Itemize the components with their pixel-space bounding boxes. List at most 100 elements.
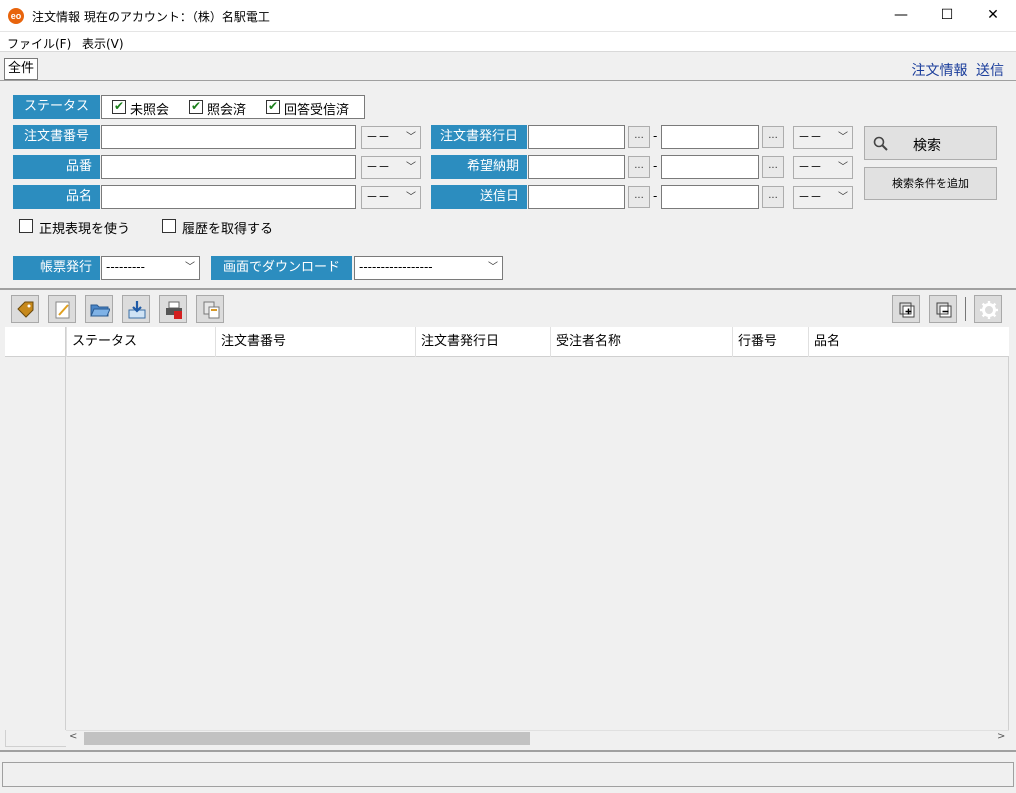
issue-date-from-picker[interactable]: ... — [628, 126, 650, 148]
collapse-button[interactable] — [929, 295, 957, 323]
copy-button[interactable] — [196, 295, 224, 323]
history-checkbox[interactable] — [162, 219, 176, 233]
row-header-column — [5, 327, 66, 730]
desired-delivery-match-select[interactable]: －－ ﹀ — [793, 156, 853, 179]
issue-date-from-input[interactable] — [528, 125, 625, 149]
status-viewed-label: 照会済 — [207, 103, 247, 118]
maximize-button[interactable]: ☐ — [924, 0, 970, 31]
send-date-from-picker[interactable]: ... — [628, 186, 650, 208]
send-date-from-input[interactable] — [528, 185, 625, 209]
desired-delivery-from-picker[interactable]: ... — [628, 156, 650, 178]
column-supplier-name[interactable]: 受注者名称 — [550, 327, 732, 357]
tab-divider — [0, 80, 1016, 81]
regex-label: 正規表現を使う — [39, 222, 131, 237]
tab-all[interactable]: 全件 — [4, 58, 39, 80]
desired-delivery-to-input[interactable] — [661, 155, 759, 179]
horizontal-scroll-thumb[interactable] — [84, 732, 530, 745]
report-select-value: --------- — [106, 260, 145, 274]
chevron-down-icon: ﹀ — [406, 132, 416, 143]
order-number-input[interactable] — [101, 125, 356, 149]
item-name-label: 品名 — [13, 185, 100, 209]
status-viewed-checkbox[interactable] — [189, 99, 203, 114]
title-bar: eo 注文情報 現在のアカウント：（株）名駅電工 — ☐ ✕ — [0, 0, 1016, 32]
tag-icon — [17, 301, 34, 318]
history-label: 履歴を取得する — [182, 222, 274, 237]
issue-date-label: 注文書発行日 — [431, 125, 527, 149]
scroll-left-icon[interactable]: < — [69, 731, 77, 742]
status-label: ステータス — [13, 95, 100, 119]
results-grid[interactable] — [5, 327, 1009, 747]
search-button[interactable]: 検索 — [864, 126, 997, 160]
link-send[interactable]: 送信 — [976, 63, 1004, 79]
order-number-label: 注文書番号 — [13, 125, 100, 149]
report-label: 帳票発行 — [13, 256, 100, 280]
copy-icon — [203, 301, 220, 319]
download-label: 画面でダウンロード — [211, 256, 352, 280]
scroll-right-icon[interactable]: > — [997, 731, 1005, 742]
app-logo-icon: eo — [8, 8, 24, 24]
minimize-button[interactable]: — — [878, 0, 924, 31]
download-select[interactable]: ----------------- ﹀ — [354, 256, 503, 280]
expand-button[interactable] — [892, 295, 920, 323]
regex-checkbox[interactable] — [19, 219, 33, 233]
part-number-input[interactable] — [101, 155, 356, 179]
desired-delivery-from-input[interactable] — [528, 155, 625, 179]
tag-button[interactable] — [11, 295, 39, 323]
edit-button[interactable] — [48, 295, 76, 323]
desired-delivery-label: 希望納期 — [431, 155, 527, 179]
part-number-match-select[interactable]: －－ ﹀ — [361, 156, 421, 179]
item-name-input[interactable] — [101, 185, 356, 209]
status-unviewed-label: 未照会 — [130, 103, 170, 118]
folder-open-icon — [90, 304, 110, 317]
desired-delivery-to-picker[interactable]: ... — [762, 156, 784, 178]
toolbar-separator — [965, 297, 966, 321]
column-item-name[interactable]: 品名 — [808, 327, 1009, 357]
print-pdf-button[interactable] — [159, 295, 187, 323]
chevron-down-icon: ﹀ — [838, 192, 848, 203]
chevron-down-icon: ﹀ — [406, 192, 416, 203]
grid-corner[interactable] — [5, 327, 66, 357]
close-button[interactable]: ✕ — [970, 0, 1016, 31]
chevron-down-icon: ﹀ — [488, 262, 498, 273]
chevron-down-icon: ﹀ — [406, 162, 416, 173]
item-name-match-select[interactable]: －－ ﹀ — [361, 186, 421, 209]
import-button[interactable] — [122, 295, 150, 323]
order-number-match-value: －－ — [366, 130, 391, 144]
order-number-match-select[interactable]: －－ ﹀ — [361, 126, 421, 149]
settings-icon — [980, 301, 998, 319]
issue-date-to-input[interactable] — [661, 125, 759, 149]
bottom-divider — [0, 750, 1016, 752]
status-replied-checkbox[interactable] — [266, 99, 280, 114]
search-button-label: 検索 — [913, 138, 941, 154]
send-date-to-input[interactable] — [661, 185, 759, 209]
send-date-match-value: －－ — [798, 190, 823, 204]
send-date-match-select[interactable]: －－ ﹀ — [793, 186, 853, 209]
send-date-separator: - — [653, 189, 658, 203]
status-unviewed-checkbox[interactable] — [112, 99, 126, 114]
window-title: 注文情報 現在のアカウント：（株）名駅電工 — [32, 10, 270, 24]
menu-view[interactable]: 表示(V) — [82, 35, 124, 52]
desired-delivery-separator: - — [653, 159, 658, 173]
settings-button[interactable] — [974, 295, 1002, 323]
part-number-label: 品番 — [13, 155, 100, 179]
issue-date-match-value: －－ — [798, 130, 823, 144]
download-select-value: ----------------- — [359, 260, 433, 274]
collapse-icon — [936, 302, 952, 318]
menu-bar: ファイル(F) 表示(V) — [0, 32, 1016, 52]
report-select[interactable]: --------- ﹀ — [101, 256, 200, 280]
column-status[interactable]: ステータス — [66, 327, 215, 357]
open-folder-button[interactable] — [85, 295, 113, 323]
menu-file[interactable]: ファイル(F) — [7, 35, 71, 52]
expand-icon — [899, 302, 915, 318]
column-line-number[interactable]: 行番号 — [732, 327, 808, 357]
link-order-info[interactable]: 注文情報 — [912, 63, 968, 79]
add-condition-button[interactable]: 検索条件を追加 — [864, 167, 997, 200]
column-order-number[interactable]: 注文書番号 — [215, 327, 415, 357]
edit-icon — [55, 301, 70, 319]
column-issue-date[interactable]: 注文書発行日 — [415, 327, 550, 357]
issue-date-match-select[interactable]: －－ ﹀ — [793, 126, 853, 149]
send-date-to-picker[interactable]: ... — [762, 186, 784, 208]
import-icon — [128, 301, 146, 319]
issue-date-separator: - — [653, 129, 658, 143]
issue-date-to-picker[interactable]: ... — [762, 126, 784, 148]
